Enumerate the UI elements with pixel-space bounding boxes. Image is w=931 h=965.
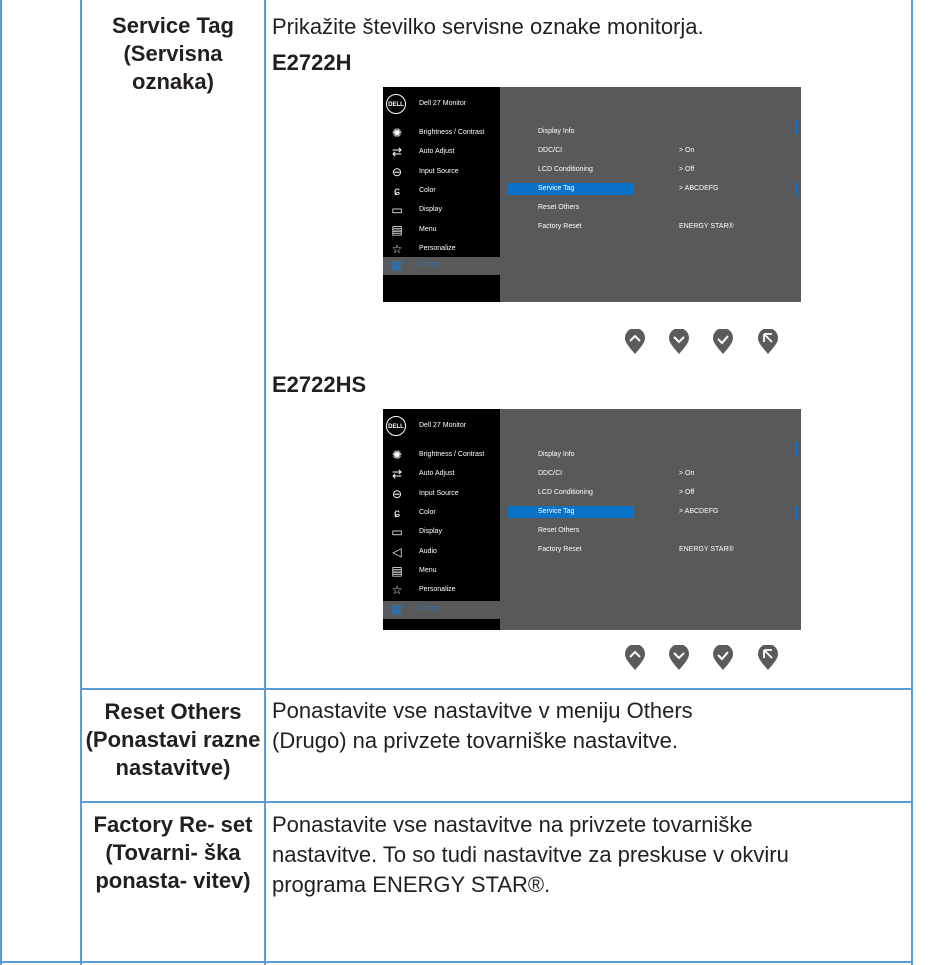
osd-item-input-source[interactable]: ⊖ Input Source [383,486,500,504]
osd-item-display[interactable]: ▭ Display [383,524,500,542]
osd-scroll-indicator [796,183,798,197]
service-tag-title: Service Tag (Servisna oznaka) [112,13,234,94]
down-button-icon[interactable] [668,329,690,355]
osd-option-display-info[interactable]: Display Info [538,128,575,135]
osd-menu-e2722h: DELL Dell 27 Monitor ✺ Brightness / Contr… [383,87,801,302]
osd-value-lcd: > Off [679,489,695,496]
osd-option-factory-reset[interactable]: Factory Reset [538,546,582,553]
input-source-icon: ⊖ [391,165,403,179]
reset-others-title: Reset Others (Ponastavi razne nastavitve… [85,699,261,780]
osd-value-energy-star: ENERGY STAR® [679,546,734,553]
osd-value-service-tag: > ABCDEFG [679,508,719,515]
osd-item-brightness[interactable]: ✺ Brightness / Contrast [383,125,500,143]
row-divider-2 [80,801,913,803]
osd-option-ddc-ci[interactable]: DDC/CI [538,147,562,154]
down-button-icon[interactable] [668,645,690,671]
display-icon: ▭ [391,203,403,217]
osd-menu-e2722hs: DELL Dell 27 Monitor ✺ Brightness / Contr… [383,409,801,630]
auto-adjust-icon: ⇄ [391,145,403,159]
table-border-col1 [80,0,82,965]
osd-item-menu[interactable]: ▤ Menu [383,563,500,581]
model-label-e2722hs: E2722HS [272,372,367,397]
back-button-icon[interactable] [757,329,779,355]
table-border-col2 [264,0,266,965]
up-button-icon[interactable] [624,329,646,355]
osd-option-reset-others[interactable]: Reset Others [538,527,579,534]
personalize-icon: ☆ [391,242,403,256]
osd-value-lcd: > Off [679,166,695,173]
osd-option-lcd-conditioning[interactable]: LCD Conditioning [538,489,593,496]
up-button-icon[interactable] [624,645,646,671]
osd-item-others[interactable]: ▦ Others [383,257,500,275]
row-divider-bottom [0,961,913,963]
audio-icon: ◁ [392,545,402,559]
osd-value-service-tag: > ABCDEFG [679,185,719,192]
ok-button-icon[interactable] [712,329,734,355]
table-border-right [911,0,913,965]
osd-value-ddc-ci: > On [679,470,695,477]
osd-item-others[interactable]: ▦ Others [383,601,500,619]
model-label-e2722h: E2722H [272,50,352,75]
brightness-icon: ✺ [391,448,403,462]
osd-title: Dell 27 Monitor [419,422,467,429]
back-button-icon[interactable] [757,645,779,671]
osd-buttons-e2722h [624,329,804,357]
osd-option-factory-reset[interactable]: Factory Reset [538,223,582,230]
dell-logo: DELL [386,416,406,436]
service-tag-desc: Prikažite številko servisne oznake monit… [272,14,704,39]
osd-item-brightness[interactable]: ✺ Brightness / Contrast [383,447,500,465]
osd-value-ddc-ci: > On [679,147,695,154]
factory-reset-desc: Ponastavite vse nastavitve na privzete t… [272,812,789,897]
brightness-icon: ✺ [391,126,403,140]
osd-option-ddc-ci[interactable]: DDC/CI [538,470,562,477]
others-icon: ▦ [391,602,403,616]
osd-scroll-indicator [796,120,798,134]
osd-scroll-indicator [796,442,798,456]
osd-option-display-info[interactable]: Display Info [538,451,575,458]
menu-icon: ▤ [391,564,403,578]
osd-item-auto-adjust[interactable]: ⇄ Auto Adjust [383,466,500,484]
osd-item-menu[interactable]: ▤ Menu [383,222,500,240]
osd-option-service-tag[interactable]: Service Tag [507,183,634,195]
input-source-icon: ⊖ [391,487,403,501]
display-icon: ▭ [391,525,403,539]
others-icon: ▦ [391,258,403,272]
osd-scroll-indicator [796,506,798,520]
osd-item-auto-adjust[interactable]: ⇄ Auto Adjust [383,144,500,162]
factory-reset-title: Factory Re- set (Tovarni- ška ponasta- v… [93,812,253,893]
osd-title: Dell 27 Monitor [419,100,467,107]
osd-option-lcd-conditioning[interactable]: LCD Conditioning [538,166,593,173]
osd-option-reset-others[interactable]: Reset Others [538,204,579,211]
osd-buttons-e2722hs [624,645,804,673]
osd-option-service-tag[interactable]: Service Tag [507,506,634,518]
auto-adjust-icon: ⇄ [391,467,403,481]
osd-value-energy-star: ENERGY STAR® [679,223,734,230]
osd-item-display[interactable]: ▭ Display [383,202,500,220]
osd-item-color[interactable]: ɕ Color [383,183,500,201]
color-icon: ɕ [394,184,400,198]
osd-item-audio[interactable]: ◁ Audio [383,544,500,562]
menu-icon: ▤ [391,223,403,237]
osd-item-input-source[interactable]: ⊖ Input Source [383,164,500,182]
osd-item-personalize[interactable]: ☆ Personalize [383,582,500,600]
ok-button-icon[interactable] [712,645,734,671]
osd-item-color[interactable]: ɕ Color [383,505,500,523]
personalize-icon: ☆ [391,583,403,597]
reset-others-desc: Ponastavite vse nastavitve v meniju Othe… [272,698,693,753]
table-border-left [0,0,2,965]
dell-logo: DELL [386,94,406,114]
row-divider-1 [80,688,913,690]
color-icon: ɕ [394,506,400,520]
